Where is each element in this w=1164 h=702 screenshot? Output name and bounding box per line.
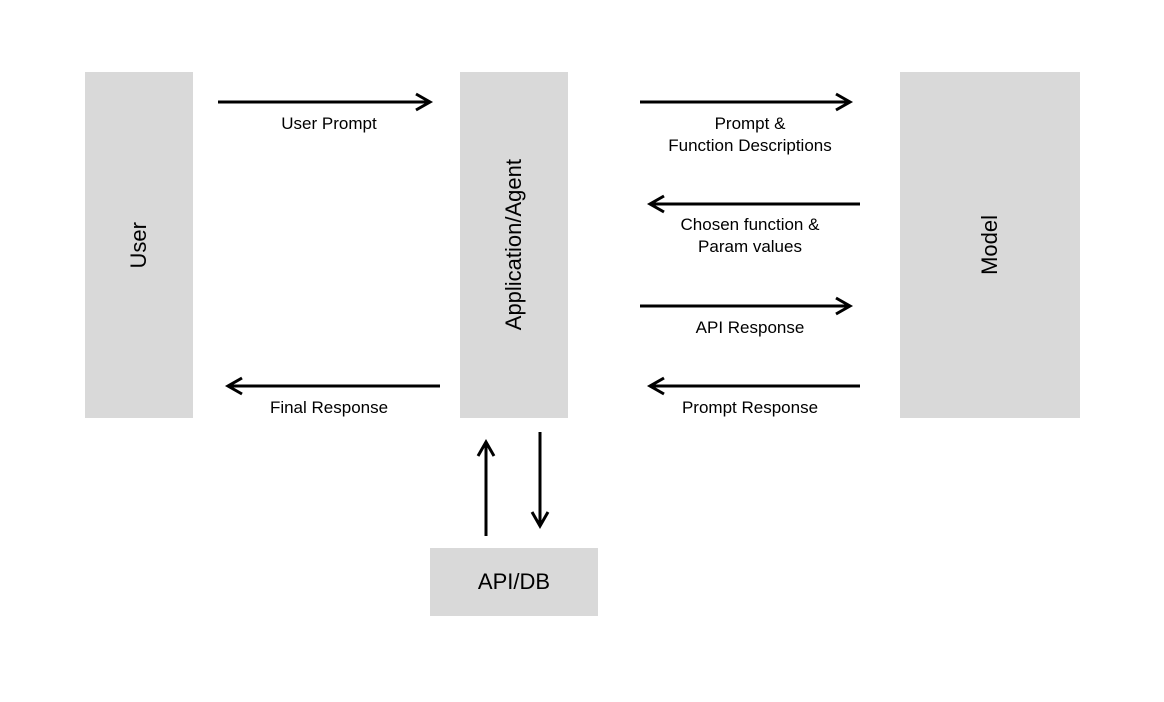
user-box-label: User — [126, 222, 152, 268]
model-box: Model — [900, 72, 1080, 418]
arrow-prompt-func-desc — [640, 92, 860, 112]
arrow-prompt-response — [640, 376, 860, 396]
apidb-box: API/DB — [430, 548, 598, 616]
user-box: User — [85, 72, 193, 418]
agent-box: Application/Agent — [460, 72, 568, 418]
arrow-user-prompt — [218, 92, 440, 112]
arrow-label-prompt-func-desc: Prompt & Function Descriptions — [640, 113, 860, 157]
arrow-label-final-response: Final Response — [218, 397, 440, 419]
arrow-agent-to-apidb — [530, 432, 550, 536]
arrow-label-chosen-func: Chosen function & Param values — [640, 214, 860, 258]
agent-box-label: Application/Agent — [501, 159, 527, 330]
arrow-label-user-prompt: User Prompt — [218, 113, 440, 135]
arrow-api-response — [640, 296, 860, 316]
arrow-label-api-response: API Response — [640, 317, 860, 339]
apidb-box-label: API/DB — [478, 569, 550, 595]
arrow-chosen-func — [640, 194, 860, 214]
arrow-final-response — [218, 376, 440, 396]
arrow-label-prompt-response: Prompt Response — [640, 397, 860, 419]
arrow-apidb-to-agent — [476, 432, 496, 536]
model-box-label: Model — [977, 215, 1003, 275]
